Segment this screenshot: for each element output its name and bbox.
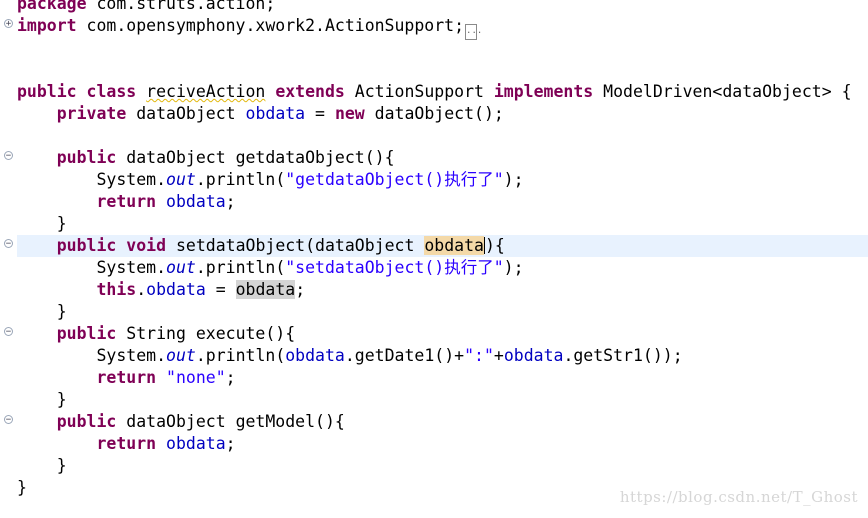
- keyword: return: [96, 434, 157, 453]
- code-text: System.: [96, 258, 167, 277]
- collapse-fold-icon[interactable]: −: [4, 327, 13, 337]
- code-line[interactable]: System.out.println(obdata.getDate1()+":"…: [17, 345, 868, 367]
- code-line[interactable]: public String execute(){: [17, 323, 868, 345]
- keyword: public: [56, 236, 117, 255]
- code-text: .println(: [195, 346, 286, 365]
- code-text: dataObject: [126, 104, 246, 123]
- code-line[interactable]: System.out.println("setdataObject()执行了")…: [17, 257, 868, 279]
- static-field: out: [166, 258, 196, 277]
- watermark: https://blog.csdn.net/T_Ghost: [619, 488, 858, 506]
- code-text: ;: [225, 368, 236, 387]
- code-text: .: [136, 280, 147, 299]
- string-literal: ":": [464, 346, 494, 365]
- code-line[interactable]: import com.opensymphony.xwork2.ActionSup…: [17, 15, 868, 40]
- code-text: com.opensymphony.xwork2.ActionSupport;: [76, 16, 465, 35]
- code-line[interactable]: }: [17, 213, 868, 235]
- keyword: return: [96, 368, 157, 387]
- keyword: private: [56, 104, 127, 123]
- code-text: .getStr1());: [563, 346, 683, 365]
- keyword: public: [17, 82, 77, 101]
- static-field: out: [166, 346, 196, 365]
- code-text: }: [56, 390, 67, 409]
- code-text: .println(: [195, 258, 286, 277]
- current-code-line[interactable]: public void setdataObject(dataObject obd…: [17, 235, 868, 257]
- code-text: ){: [484, 236, 505, 255]
- string-literal: "setdataObject()执行了": [285, 258, 504, 277]
- keyword: return: [96, 192, 157, 211]
- code-text: .getDate1()+: [344, 346, 465, 365]
- field-reference: obdata: [146, 280, 206, 299]
- code-text: =: [205, 280, 236, 299]
- keyword: class: [86, 82, 137, 101]
- field-reference: obdata: [166, 192, 226, 211]
- parameter-occurrence: obdata: [424, 236, 484, 255]
- code-line[interactable]: return "none";: [17, 367, 868, 389]
- collapse-fold-icon[interactable]: −: [4, 415, 13, 425]
- code-text: );: [503, 258, 524, 277]
- code-text: }: [56, 456, 67, 475]
- code-text: ModelDriven<dataObject> {: [603, 82, 852, 101]
- code-line[interactable]: return obdata;: [17, 191, 868, 213]
- code-text: }: [17, 478, 27, 497]
- keyword: this: [96, 280, 137, 299]
- code-text: setdataObject(dataObject: [166, 236, 425, 255]
- collapsed-imports-icon[interactable]: ...: [465, 24, 482, 40]
- keyword: package: [17, 0, 87, 13]
- code-line[interactable]: private dataObject obdata = new dataObje…: [17, 103, 868, 125]
- keyword: import: [17, 16, 77, 35]
- keyword: public: [56, 148, 117, 167]
- code-text: );: [503, 170, 524, 189]
- keyword: void: [126, 236, 167, 255]
- code-editor[interactable]: + − − − − package com.struts.action; imp…: [0, 0, 868, 518]
- code-text: dataObject();: [364, 104, 504, 123]
- code-text: ;: [295, 280, 306, 299]
- collapse-fold-icon[interactable]: −: [4, 151, 13, 161]
- keyword: public: [56, 324, 117, 343]
- code-text: ActionSupport: [354, 82, 484, 101]
- keyword: new: [334, 104, 365, 123]
- class-name: reciveAction: [146, 82, 266, 101]
- keyword: implements: [493, 82, 594, 101]
- field-reference: obdata: [285, 346, 345, 365]
- keyword: extends: [275, 82, 345, 101]
- code-line[interactable]: package com.struts.action;: [17, 0, 868, 15]
- expand-fold-icon[interactable]: +: [4, 19, 13, 29]
- code-text: dataObject getModel(){: [116, 412, 345, 431]
- code-line[interactable]: this.obdata = obdata;: [17, 279, 868, 301]
- code-line[interactable]: System.out.println("getdataObject()执行了")…: [17, 169, 868, 191]
- code-line[interactable]: }: [17, 301, 868, 323]
- code-line[interactable]: }: [17, 389, 868, 411]
- code-text: String execute(){: [116, 324, 296, 343]
- code-text: .println(: [195, 170, 286, 189]
- keyword: public: [56, 412, 117, 431]
- code-text: dataObject getdataObject(){: [116, 148, 395, 167]
- code-text: }: [56, 214, 67, 233]
- string-literal: "getdataObject()执行了": [285, 170, 504, 189]
- code-text: }: [56, 302, 67, 321]
- code-text: com.struts.action;: [86, 0, 276, 13]
- string-literal: "none": [166, 368, 226, 387]
- parameter-occurrence: obdata: [235, 280, 296, 299]
- code-text: +: [493, 346, 504, 365]
- code-text: =: [305, 104, 335, 123]
- code-line[interactable]: public dataObject getdataObject(){: [17, 147, 868, 169]
- field-reference: obdata: [245, 104, 306, 123]
- code-text: System.: [96, 170, 167, 189]
- editor-gutter: + − − − −: [0, 0, 16, 518]
- code-text: System.: [96, 346, 167, 365]
- static-field: out: [166, 170, 196, 189]
- code-line[interactable]: }: [17, 455, 868, 477]
- code-line[interactable]: return obdata;: [17, 433, 868, 455]
- code-line[interactable]: public class reciveAction extends Action…: [17, 81, 868, 103]
- field-reference: obdata: [503, 346, 564, 365]
- collapse-fold-icon[interactable]: −: [4, 239, 13, 249]
- code-text: ;: [225, 434, 236, 453]
- code-line[interactable]: public dataObject getModel(){: [17, 411, 868, 433]
- field-reference: obdata: [166, 434, 226, 453]
- code-text: ;: [225, 192, 236, 211]
